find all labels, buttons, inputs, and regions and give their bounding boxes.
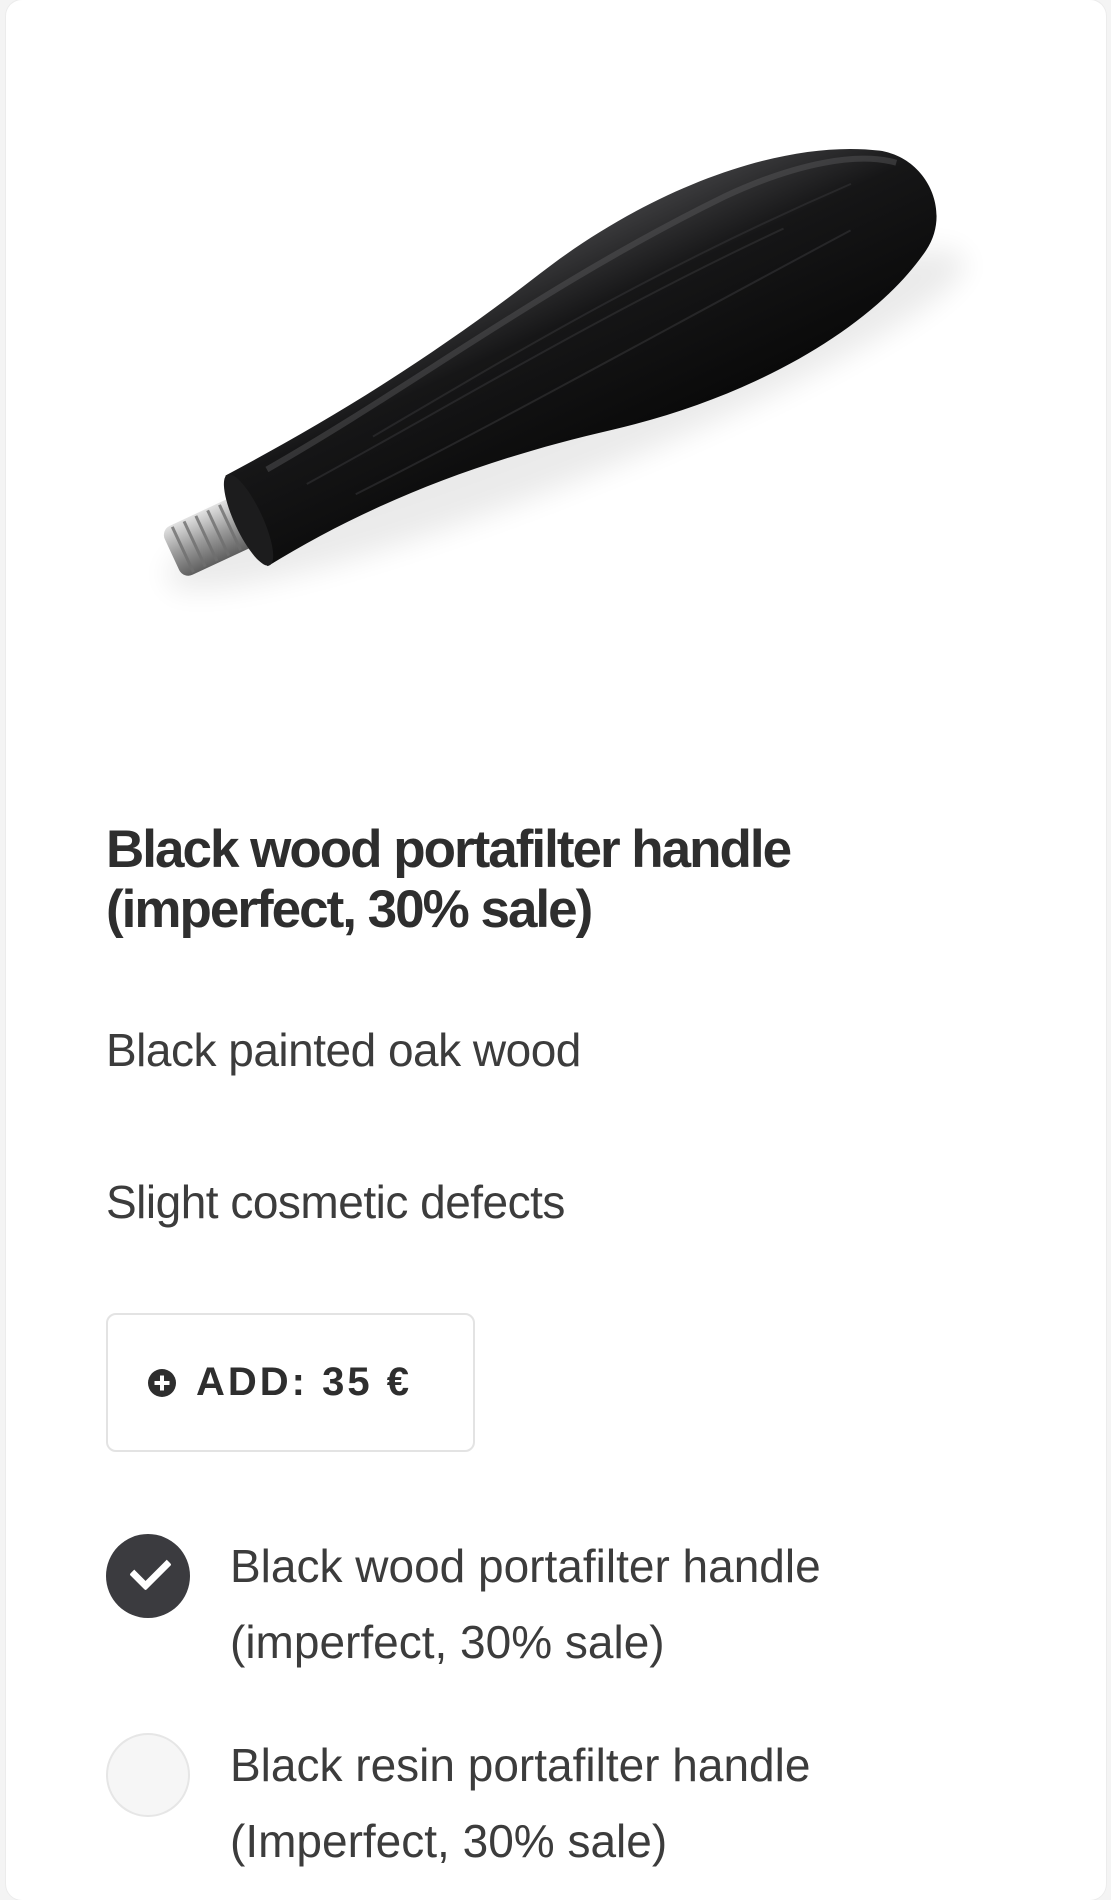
product-image (6, 0, 1106, 720)
option-label: Black wood portafilter handle (imperfect… (230, 1540, 821, 1668)
add-to-cart-button[interactable]: ADD: 35 € (106, 1313, 475, 1452)
option-black-resin-handle[interactable]: Black resin portafilter handle (Imperfec… (106, 1733, 1006, 1879)
product-description-material: Black painted oak wood (106, 1024, 581, 1076)
empty-radio-icon[interactable] (106, 1733, 190, 1817)
plus-circle-icon (148, 1368, 176, 1397)
option-black-wood-handle[interactable]: Black wood portafilter handle (imperfect… (106, 1534, 1006, 1680)
add-button-label: ADD: 35 € (196, 1360, 412, 1404)
product-card: Black wood portafilter handle (imperfect… (6, 0, 1106, 1900)
option-label: Black resin portafilter handle (Imperfec… (230, 1739, 811, 1867)
product-title: Black wood portafilter handle (imperfect… (106, 820, 792, 939)
product-description-condition: Slight cosmetic defects (106, 1176, 565, 1228)
portafilter-handle-photo (163, 148, 966, 591)
checkmark-icon[interactable] (106, 1534, 190, 1618)
